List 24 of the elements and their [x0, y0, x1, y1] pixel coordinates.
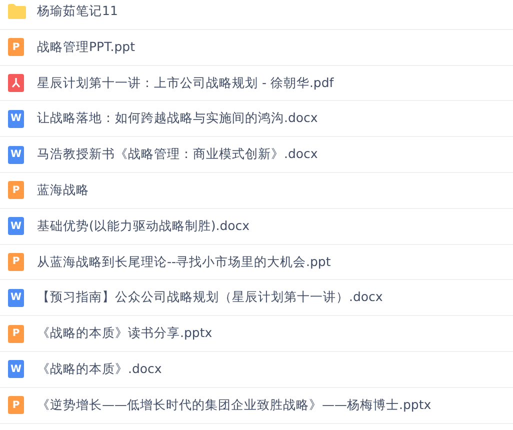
presentation-icon: P	[8, 324, 24, 343]
file-name[interactable]: 《战略的本质》读书分享.pptx	[37, 324, 212, 343]
document-icon: W	[8, 146, 24, 164]
file-name[interactable]: 基础优势(以能力驱动战略制胜).docx	[37, 216, 250, 236]
file-name[interactable]: 从蓝海战略到长尾理论--寻找小市场里的大机会.ppt	[37, 252, 331, 272]
presentation-icon: P	[8, 252, 24, 271]
file-name[interactable]: 《战略的本质》.docx	[37, 360, 162, 379]
file-name[interactable]: 【预习指南】公众公司战略规划（星辰计划第十一讲）.docx	[37, 288, 383, 308]
folder-icon	[8, 4, 26, 19]
file-name[interactable]: 让战略落地：如何跨越战略与实施间的鸿沟.docx	[37, 109, 318, 128]
document-icon: W	[8, 110, 24, 128]
pdf-icon	[8, 74, 24, 92]
folder-name[interactable]: 杨瑜茹笔记11	[37, 2, 118, 21]
file-name[interactable]: 蓝海战略	[37, 181, 89, 200]
document-icon: W	[8, 217, 24, 236]
file-name[interactable]: 马浩教授新书《战略管理：商业模式创新》.docx	[37, 145, 318, 164]
presentation-icon: P	[8, 396, 24, 414]
file-name[interactable]: 战略管理PPT.ppt	[37, 38, 135, 57]
file-name[interactable]: 星辰计划第十一讲：上市公司战略规划 - 徐朝华.pdf	[37, 74, 334, 92]
document-icon: W	[8, 288, 24, 307]
presentation-icon: P	[8, 181, 24, 200]
file-name[interactable]: 《逆势增长——低增长时代的集团企业致胜战略》——杨梅博士.pptx	[37, 396, 432, 415]
presentation-icon: P	[8, 38, 24, 56]
document-icon: W	[8, 360, 24, 378]
